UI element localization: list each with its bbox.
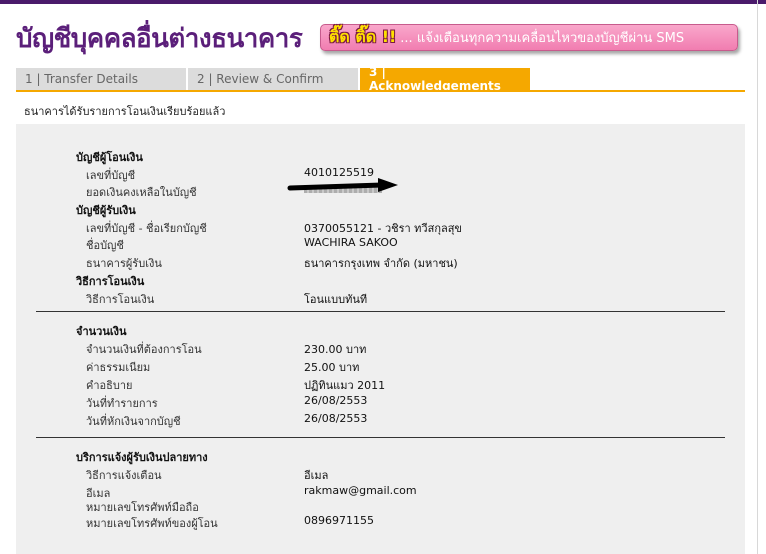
from-account-number-label: เลขที่บัญชี xyxy=(86,169,136,182)
description-label: คำอธิบาย xyxy=(86,379,133,392)
fee-value: 25.00 บาท xyxy=(304,361,360,374)
recipient-bank-label: ธนาคารผู้รับเงิน xyxy=(86,257,162,270)
tab-acknowledgements[interactable]: 3 | Acknowledgements xyxy=(360,65,530,93)
email-value: rakmaw@gmail.com xyxy=(304,484,417,497)
fee-label: ค่าธรรมเนียม xyxy=(86,361,151,374)
top-bar xyxy=(0,0,766,4)
tab-underline xyxy=(16,90,745,92)
notify-method-value: อีเมล xyxy=(304,469,329,482)
transaction-date-value: 26/08/2553 xyxy=(304,394,368,407)
arrow-annotation xyxy=(287,178,398,192)
section-from-account: บัญชีผู้โอนเงิน xyxy=(76,151,143,164)
right-border xyxy=(757,0,758,554)
transaction-date-label: วันที่ทำรายการ xyxy=(86,397,158,410)
tab-transfer-details[interactable]: 1 | Transfer Details xyxy=(16,68,186,90)
section-to-account: บัญชีผู้รับเงิน xyxy=(76,204,136,217)
sms-banner-text: ... แจ้งเตือนทุกความเคลื่อนไหวของบัญชีผ่… xyxy=(400,31,685,46)
transfer-amount-value: 230.00 บาท xyxy=(304,343,367,356)
to-account-label: เลขที่บัญชี - ชื่อเรียกบัญชี xyxy=(86,222,207,235)
section-recipient-notification: บริการแจ้งผู้รับเงินปลายทาง xyxy=(76,451,208,464)
balance-label: ยอดเงินคงเหลือในบัญชี xyxy=(86,186,197,199)
section-transfer-method: วิธีการโอนเงิน xyxy=(76,275,145,288)
notify-method-label: วิธีการแจ้งเตือน xyxy=(86,469,162,482)
transfer-method-value: โอนแบบทันที xyxy=(304,293,368,306)
to-account-value: 0370055121 - วชิรา ทวีสกุลสุข xyxy=(304,222,462,235)
tab-review-confirm[interactable]: 2 | Review & Confirm xyxy=(188,68,358,90)
account-name-label: ชื่อบัญชี xyxy=(86,239,124,252)
page-title: บัญชีบุคคลอื่นต่างธนาคาร xyxy=(16,24,303,54)
acknowledgement-message: ธนาคารได้รับรายการโอนเงินเรียบร้อยแล้ว xyxy=(24,105,226,118)
recipient-bank-value: ธนาคารกรุงเทพ จำกัด (มหาชน) xyxy=(304,257,458,270)
debit-date-value: 26/08/2553 xyxy=(304,412,368,425)
divider xyxy=(36,437,725,438)
sms-banner-highlight: ติ๊ด ติ๊ด !! xyxy=(329,27,397,46)
sms-banner[interactable]: ติ๊ด ติ๊ด !! ... แจ้งเตือนทุกความเคลื่อน… xyxy=(320,24,738,51)
debit-date-label: วันที่หักเงินจากบัญชี xyxy=(86,415,181,428)
transfer-amount-label: จำนวนเงินที่ต้องการโอน xyxy=(86,343,202,356)
sender-phone-value: 0896971155 xyxy=(304,514,374,527)
section-amount: จำนวนเงิน xyxy=(76,325,127,338)
account-name-value: WACHIRA SAKOO xyxy=(304,236,398,249)
divider xyxy=(36,311,725,312)
description-value: ปฏิทินแมว 2011 xyxy=(304,379,386,392)
step-tabs: 1 | Transfer Details 2 | Review & Confir… xyxy=(16,65,532,93)
sender-phone-label: หมายเลขโทรศัพท์ของผู้โอน xyxy=(86,517,218,530)
transfer-method-label: วิธีการโอนเงิน xyxy=(86,293,155,306)
